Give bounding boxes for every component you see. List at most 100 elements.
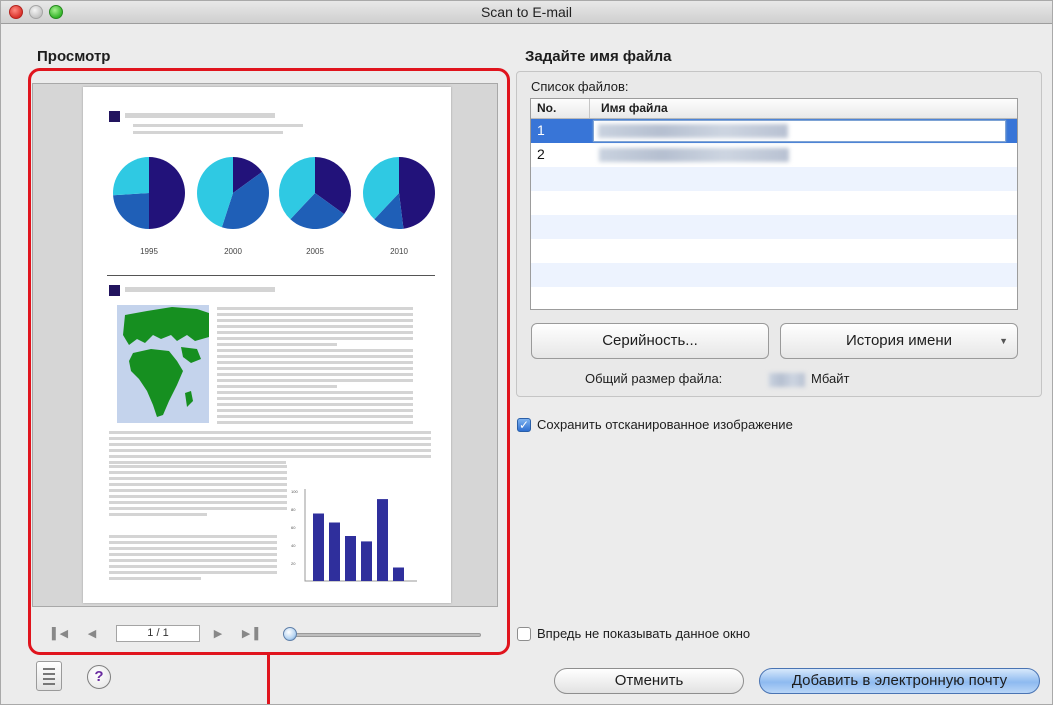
bar [393,567,404,581]
text-line [109,541,277,544]
pie-year-label: 2010 [390,247,408,256]
pie-year-label: 2005 [306,247,324,256]
text-line [217,361,413,364]
text-line [217,307,413,310]
title-bar: Scan to E-mail [1,1,1052,24]
filename-edit-field[interactable] [593,120,1006,142]
first-page-button[interactable]: ▌◀ [51,626,69,642]
text-line [109,577,202,580]
text-line [109,465,287,468]
table-row-empty [531,215,1017,239]
text-line [109,495,287,498]
preview-section-title: Просмотр [37,48,111,65]
pie-charts [113,157,436,229]
text-line [217,355,413,358]
text-line [133,124,303,127]
text-line [109,431,431,434]
help-button[interactable]: ? [87,665,111,689]
bar-axis-tick: 100 [291,489,298,494]
page-number-field[interactable]: 1 / 1 [116,625,200,642]
zoom-slider-knob[interactable] [283,627,297,641]
window-title: Scan to E-mail [480,4,573,20]
text-line [217,403,413,406]
text-line [109,471,287,474]
file-list-table[interactable]: No. Имя файла 1 2 [530,98,1018,310]
save-image-label: Сохранить отсканированное изображение [537,417,793,432]
heading-bullet [109,111,120,122]
table-row-empty [531,263,1017,287]
list-view-button[interactable] [36,661,62,691]
heading-bullet [109,285,120,296]
text-line [217,349,413,352]
text-line [109,535,277,538]
page-divider [107,275,435,276]
checkmark-icon: ✓ [518,418,530,432]
column-divider [589,99,590,118]
text-line [109,477,287,480]
file-list-label: Список файлов: [531,79,629,94]
text-line [217,373,413,376]
text-line [109,483,287,486]
previous-page-button[interactable]: ◀ [83,626,101,642]
chevron-down-icon: ▼ [999,336,1008,346]
table-row[interactable]: 2 [531,143,1017,167]
text-line [109,513,207,516]
bar [345,536,356,581]
callout-line [267,655,270,704]
last-page-button[interactable]: ▶▐ [241,626,259,642]
pie-year-label: 1995 [140,247,158,256]
cancel-button[interactable]: Отменить [554,668,744,694]
pie-slice [399,157,436,229]
blurred-filename [598,124,788,138]
serial-numbering-button[interactable]: Серийность... [531,323,769,359]
name-history-label: История имени [845,332,953,349]
zoom-slider[interactable] [285,633,481,637]
bar-axis-tick: 40 [291,543,296,548]
size-unit: Мбайт [811,371,850,386]
list-icon [43,668,55,685]
bar-chart: 100 80 60 40 20 [291,489,417,582]
pie-year-label: 2000 [224,247,242,256]
bar [313,513,324,581]
text-line [109,437,431,440]
bar-axis-tick: 60 [291,525,296,530]
text-line [109,559,277,562]
table-row-empty [531,287,1017,309]
text-line [217,331,413,334]
column-filename[interactable]: Имя файла [601,101,668,115]
preview-page: 1995 2000 2005 2010 100 80 60 40 20 [83,87,451,603]
table-row-empty [531,239,1017,263]
text-line [109,571,277,574]
text-line [109,507,287,510]
text-line [217,319,413,322]
world-map-image [117,305,209,423]
save-image-checkbox[interactable]: ✓ [517,418,531,432]
text-line [217,391,413,394]
row-number: 1 [537,122,545,138]
text-line [217,343,337,346]
pie-slice [113,193,149,229]
text-line [217,415,413,418]
table-row[interactable]: 1 [531,119,1017,143]
add-to-email-button[interactable]: Добавить в электронную почту [759,668,1040,694]
text-line [109,449,431,452]
blurred-filename [599,148,789,162]
text-line [217,385,337,388]
text-line [217,397,413,400]
preview-navigation-bar: ▌◀ ◀ 1 / 1 ▶ ▶▐ [45,623,495,645]
text-line [109,501,287,504]
filename-section-title: Задайте имя файла [525,48,672,65]
text-line [125,287,275,292]
total-size-label: Общий размер файла: [585,371,723,386]
table-row-empty [531,167,1017,191]
text-line [217,337,413,340]
next-page-button[interactable]: ▶ [209,626,227,642]
dont-show-again-checkbox[interactable] [517,627,531,641]
pie-slice [113,157,149,196]
row-number: 2 [537,146,545,162]
column-no[interactable]: No. [537,101,556,115]
text-line [125,113,275,118]
scan-to-email-window: Scan to E-mail Просмотр 1995 2000 2005 2010 [0,0,1053,705]
name-history-button[interactable]: История имени ▼ [780,323,1018,359]
table-header: No. Имя файла [531,99,1017,119]
